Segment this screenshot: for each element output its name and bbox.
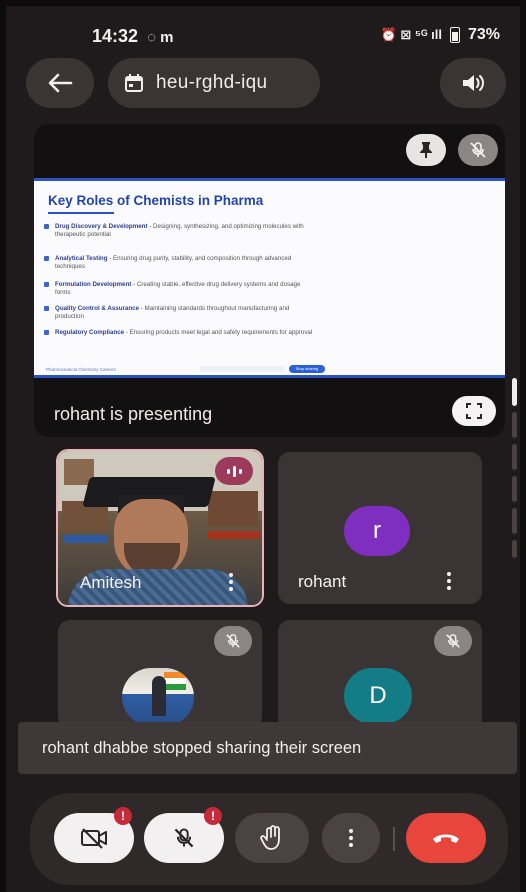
fullscreen-button[interactable] (452, 396, 496, 426)
participant-name: rohant (298, 572, 347, 591)
slide-bullet: Regulatory Compliance - Ensuring product… (44, 329, 314, 337)
avatar (122, 668, 194, 726)
status-left-icons: ◌ m (147, 29, 174, 46)
participant-tile-rohant[interactable]: r rohant (278, 452, 482, 604)
pin-icon (420, 142, 432, 158)
presentation-tile[interactable]: Key Roles of Chemists in Pharma Drug Dis… (34, 124, 505, 437)
participant-muted-indicator (434, 626, 472, 656)
battery-percent: 73% (467, 26, 500, 43)
camera-toggle-button[interactable]: ! (54, 807, 134, 863)
shared-slide: Key Roles of Chemists in Pharma Drug Dis… (34, 178, 505, 378)
slide-stop-sharing-pill: Stop sharing (289, 365, 325, 373)
scrollbar-thumb[interactable] (512, 378, 517, 406)
participant-tile-amitesh[interactable]: Amitesh (56, 449, 264, 607)
raise-hand-button[interactable] (235, 813, 309, 863)
document-icon (44, 330, 49, 335)
scrollbar[interactable] (512, 378, 517, 558)
presenting-label: rohant is presenting (54, 404, 213, 424)
status-right-icons: ⏰ ⊠ ⁵ᴳ ıll (380, 27, 442, 42)
call-controls: ! ! (30, 793, 508, 885)
arrow-left-icon (48, 73, 73, 93)
participant-options-button[interactable] (228, 573, 234, 591)
speaker-icon (463, 75, 484, 91)
meet-screen: 14:32 ◌ m ⏰ ⊠ ⁵ᴳ ıll 73% heu-rghd-iqu Ke… (0, 0, 526, 892)
avatar: D (344, 668, 412, 724)
meeting-code: heu-rghd-iqu (156, 72, 268, 93)
kebab-icon (348, 829, 354, 847)
mic-off-icon (470, 142, 486, 158)
controls-divider (393, 827, 395, 851)
slide-title-underline (48, 212, 114, 214)
scrollbar-segment (512, 540, 517, 558)
audio-output-button[interactable] (440, 58, 506, 108)
slide-footer: Pharmaceutical Chemistry Careers (46, 367, 116, 372)
participant-muted-indicator (214, 626, 252, 656)
scrollbar-segment (512, 476, 517, 502)
slide-share-bar (199, 366, 285, 372)
hand-icon (260, 825, 280, 850)
status-time-group: 14:32 ◌ m (92, 26, 173, 47)
camera-off-icon (81, 828, 107, 849)
mic-off-icon (446, 634, 460, 648)
avatar: r (344, 506, 410, 556)
flask-icon (44, 256, 49, 261)
participant-tile[interactable] (58, 620, 262, 730)
battery-icon (449, 27, 460, 43)
mic-off-icon (226, 634, 240, 648)
capsule-icon (44, 282, 49, 287)
status-time: 14:32 (92, 26, 139, 46)
flag-icon (164, 672, 186, 690)
pin-button[interactable] (406, 134, 446, 166)
avatar-initial: D (369, 682, 387, 709)
meeting-info-button[interactable]: heu-rghd-iqu (108, 58, 320, 108)
status-right-group: ⏰ ⊠ ⁵ᴳ ıll 73% (381, 26, 500, 44)
snackbar-message: rohant dhabbe stopped sharing their scre… (42, 738, 362, 757)
check-icon (44, 306, 49, 311)
participant-options-button[interactable] (446, 572, 452, 590)
camera-alert-badge: ! (114, 807, 132, 825)
microphone-toggle-button[interactable]: ! (144, 807, 224, 863)
mic-alert-badge: ! (204, 807, 222, 825)
back-button[interactable] (26, 58, 94, 108)
snackbar: rohant dhabbe stopped sharing their scre… (18, 722, 517, 774)
mic-off-icon (174, 828, 194, 848)
speaking-indicator (215, 457, 253, 485)
fullscreen-icon (466, 403, 482, 419)
screen-edge-top (0, 0, 526, 6)
screen-edge-right (520, 0, 526, 892)
slide-bullet: Quality Control & Assurance - Maintainin… (44, 305, 314, 321)
avatar-initial: r (373, 517, 381, 544)
scrollbar-segment (512, 508, 517, 534)
slide-bullet: Drug Discovery & Development - Designing… (44, 223, 314, 239)
participant-tile-d[interactable]: D (278, 620, 482, 730)
end-call-button[interactable] (406, 813, 486, 863)
slide-bullet: Formulation Development - Creating stabl… (44, 281, 314, 297)
scrollbar-segment (512, 444, 517, 470)
status-bar: 14:32 ◌ m ⏰ ⊠ ⁵ᴳ ıll 73% (0, 24, 526, 54)
scrollbar-segment (512, 412, 517, 438)
participant-name: Amitesh (80, 573, 142, 592)
screen-edge-left (0, 0, 6, 892)
presenter-muted-indicator (458, 134, 498, 166)
slide-bullet: Analytical Testing - Ensuring drug purit… (44, 255, 314, 271)
slide-title: Key Roles of Chemists in Pharma (48, 193, 264, 208)
calendar-icon (125, 74, 143, 92)
phone-hangup-icon (433, 834, 459, 843)
person-icon (44, 224, 49, 229)
more-options-button[interactable] (322, 813, 380, 863)
